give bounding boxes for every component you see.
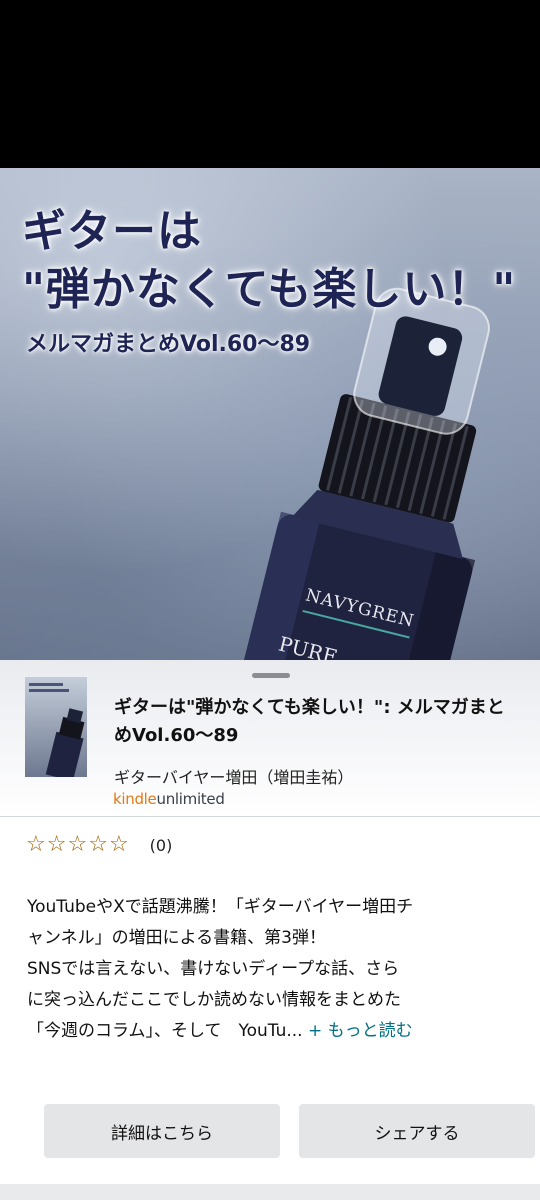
unlimited-badge-text: unlimited (156, 790, 225, 808)
star-empty-icon: ☆ (46, 832, 67, 857)
read-more-link[interactable]: + もっと読む (308, 1021, 413, 1041)
description-line: SNSでは言えない、書けないディープな話、さら (27, 959, 400, 979)
author-name[interactable]: ギターバイヤー増田（増田圭祐） (114, 764, 353, 788)
cover-subtitle: メルマガまとめVol.60〜89 (26, 332, 311, 357)
star-empty-icon: ☆ (108, 832, 129, 857)
drag-handle[interactable] (252, 673, 290, 678)
description-line: YouTubeやXで話題沸騰！「ギターバイヤー増田チ (27, 897, 414, 917)
cover-title-line2: "弾かなくても楽しい！" (22, 264, 517, 315)
top-black-bar (0, 0, 540, 168)
book-thumbnail[interactable] (25, 677, 87, 777)
description-line: 「今週のコラム」、そして YouTu... (27, 1021, 303, 1041)
share-button[interactable]: シェアする (299, 1104, 535, 1158)
description-line-last: 「今週のコラム」、そして YouTu... + もっと読む (27, 1016, 517, 1047)
book-description: YouTubeやXで話題沸騰！「ギターバイヤー増田チ ャンネル」の増田による書籍… (27, 892, 517, 1047)
cover-title: ギターは "弾かなくても楽しい！" (22, 203, 516, 319)
kindle-unlimited-badge: kindleunlimited (113, 790, 225, 808)
star-empty-icon: ☆ (67, 832, 88, 857)
book-cover-hero[interactable]: NAVYGREN PURE ギターは "弾かなくても楽しい！" メルマガまとめV… (0, 168, 540, 660)
bottom-divider (0, 1184, 540, 1200)
rating-count: (0) (149, 835, 173, 855)
book-title[interactable]: ギターは"弾かなくても楽しい！": メルマガまとめVol.60〜89 (114, 694, 519, 750)
book-info-sheet[interactable]: ギターは"弾かなくても楽しい！": メルマガまとめVol.60〜89 ギターバイ… (0, 660, 540, 817)
star-empty-icon: ☆ (88, 832, 108, 857)
kindle-badge-text: kindle (113, 790, 157, 808)
description-line: ャンネル」の増田による書籍、第3弾！ (27, 928, 326, 948)
star-empty-icon: ☆ (26, 832, 46, 857)
description-line: に突っ込んだここでしか読めない情報をまとめた (27, 990, 401, 1010)
rating-row[interactable]: ☆ ☆ ☆ ☆ ☆ (0) (26, 830, 172, 860)
cover-title-line1: ギターは (22, 206, 202, 257)
details-button[interactable]: 詳細はこちら (44, 1104, 280, 1158)
